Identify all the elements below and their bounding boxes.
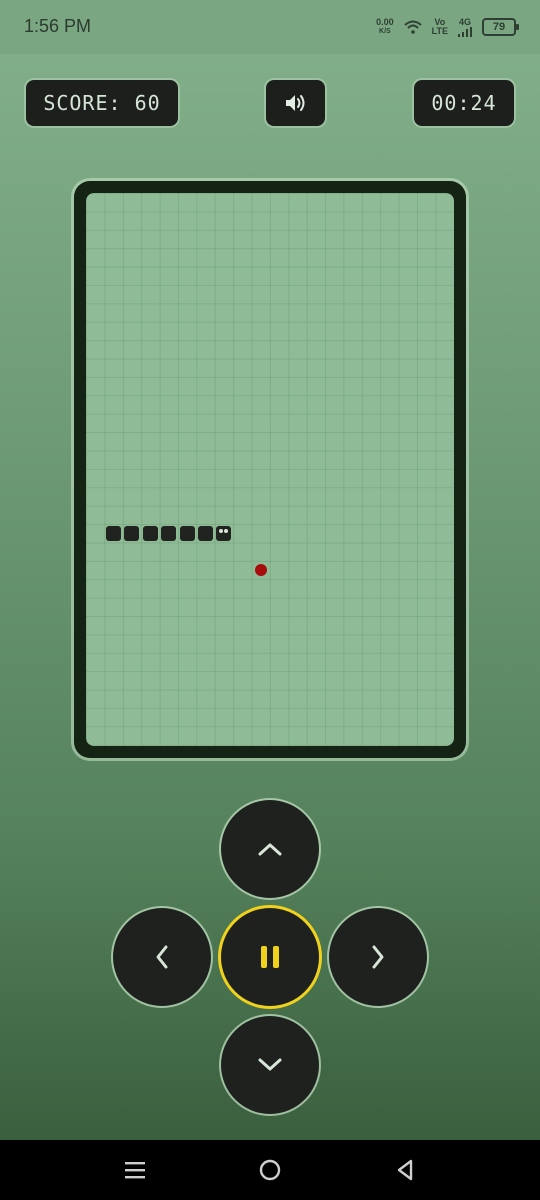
home-button[interactable] [258, 1158, 282, 1182]
home-icon [259, 1159, 281, 1181]
snake-segment [198, 526, 213, 541]
snake-eye [224, 529, 228, 533]
net-speed-value: 0.00 [376, 17, 394, 27]
status-time: 1:56 PM [24, 16, 92, 36]
status-bar: 1:56 PM 0.00 K/S Vo LTE 4G 79 [0, 0, 540, 54]
up-button[interactable] [221, 800, 319, 898]
speaker-icon [285, 95, 304, 111]
game-board-frame [74, 181, 466, 758]
snake-segment [161, 526, 176, 541]
chevron-down-icon [258, 1058, 282, 1071]
back-button[interactable] [393, 1158, 417, 1182]
navigation-bar [0, 1140, 540, 1200]
snake-eye [219, 529, 223, 533]
pause-button[interactable] [221, 908, 319, 1006]
left-button[interactable] [113, 908, 211, 1006]
menu-icon [125, 1162, 145, 1179]
network-type: 4G [458, 16, 471, 27]
timer-text: 00:24 [431, 91, 497, 115]
status-icons: 0.00 K/S Vo LTE 4G 79 [376, 14, 519, 40]
battery-level: 79 [492, 21, 506, 33]
snake-segment [106, 526, 121, 541]
snake-head [216, 526, 231, 541]
food-pellet [255, 564, 267, 576]
right-button[interactable] [329, 908, 427, 1006]
snake-segment [143, 526, 158, 541]
net-speed-unit: K/S [379, 28, 391, 35]
snake-segment [180, 526, 195, 541]
game-board [86, 193, 454, 746]
score-text: SCORE: 60 [43, 91, 161, 115]
sound-toggle-button[interactable] [266, 80, 325, 126]
snake-segment [124, 526, 139, 541]
wifi-icon [403, 20, 422, 34]
signal-indicator: 4G [458, 16, 472, 37]
score-display: SCORE: 60 [26, 80, 178, 126]
pause-icon [261, 946, 279, 968]
back-icon [397, 1159, 413, 1181]
chevron-right-icon [372, 945, 384, 969]
menu-button[interactable] [123, 1158, 147, 1182]
volte-indicator: Vo LTE [432, 18, 448, 36]
signal-icon [458, 26, 472, 37]
chevron-left-icon [156, 945, 168, 969]
volte-bottom: LTE [431, 26, 448, 36]
chevron-up-icon [258, 843, 282, 856]
net-speed: 0.00 K/S [376, 18, 394, 36]
timer-display: 00:24 [414, 80, 514, 126]
down-button[interactable] [221, 1016, 319, 1114]
battery-indicator: 79 [482, 18, 519, 36]
